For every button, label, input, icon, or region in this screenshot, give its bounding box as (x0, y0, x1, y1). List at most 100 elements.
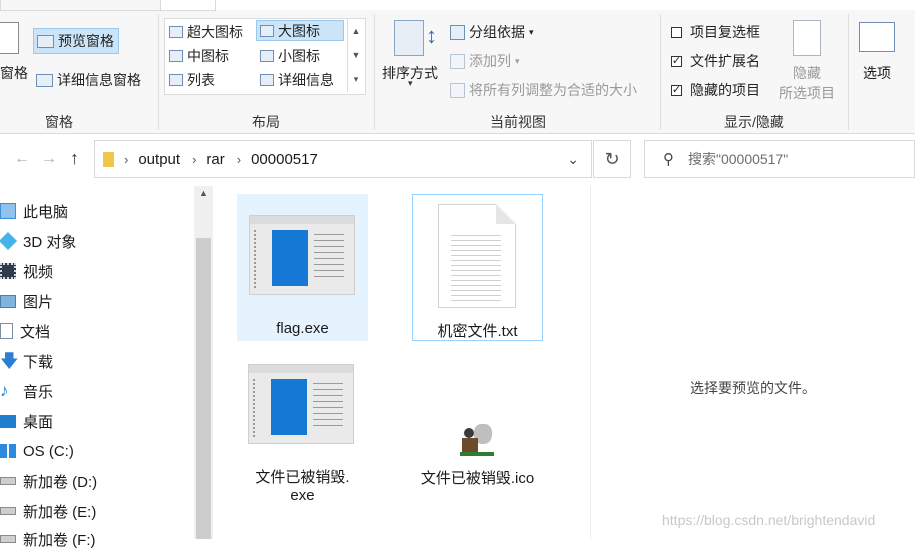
file-extensions-checkbox[interactable]: ✓ (671, 55, 682, 67)
nav-label: 音乐 (23, 383, 54, 401)
group-by-label: 分组依据 (469, 24, 525, 40)
nav-desktop[interactable]: 桌面 (0, 406, 53, 436)
hide-selected-button[interactable]: 隐藏 所选项目 (777, 20, 837, 101)
add-column-button[interactable]: 添加列 ▾ (450, 51, 520, 71)
navigation-pane-button[interactable]: 窗格 (0, 63, 28, 83)
layout-medium-icons[interactable]: 中图标 (169, 46, 229, 66)
breadcrumb-current[interactable]: 00000517 (251, 151, 318, 168)
file-item-destroyed-exe[interactable]: 文件已被销毁. exe (237, 354, 368, 512)
up-arrow-icon[interactable]: ↑ (70, 148, 79, 169)
item-checkboxes-toggle[interactable]: 项目复选框 (671, 22, 760, 42)
file-item-destroyed-ico[interactable]: 文件已被销毁.ico (412, 410, 543, 500)
details-pane-button[interactable]: 详细信息窗格 (36, 70, 141, 90)
options-icon (859, 22, 895, 52)
ribbon-separator (660, 14, 661, 130)
nav-music[interactable]: ♪ 音乐 (0, 376, 53, 406)
windows-drive-icon (0, 444, 16, 458)
search-icon: ⚲ (663, 151, 674, 168)
search-box[interactable]: ⚲ 搜索"00000517" (644, 140, 915, 178)
nav-drive-c[interactable]: OS (C:) (0, 436, 74, 466)
hide-selected-icon (793, 20, 821, 56)
nav-label: 新加卷 (E:) (23, 503, 97, 521)
file-name: 文件已被销毁.ico (420, 470, 535, 487)
chevron-right-icon[interactable]: › (192, 152, 196, 167)
fit-columns-label: 将所有列调整为合适的大小 (469, 82, 637, 98)
hidden-items-label: 隐藏的项目 (690, 82, 760, 98)
file-extensions-label: 文件扩展名 (690, 53, 760, 69)
layout-gallery-scroller[interactable]: ▲ ▼ ▾ (347, 19, 364, 92)
file-item-flag-exe[interactable]: flag.exe (237, 194, 368, 341)
sort-arrows-icon: ↕ (426, 23, 437, 48)
pane-group-title: 窗格 (45, 114, 73, 130)
ribbon: 窗格 预览窗格 详细信息窗格 窗格 超大图标 大图标 中图标 小图标 列表 详细… (0, 0, 915, 134)
nav-pictures[interactable]: 图片 (0, 286, 53, 316)
group-by-button[interactable]: 分组依据 ▾ (450, 22, 534, 42)
nav-scrollbar-thumb[interactable] (196, 238, 211, 539)
refresh-button[interactable]: ↻ (593, 140, 631, 178)
large-icons-icon (260, 24, 274, 37)
layout-group-title: 布局 (252, 114, 280, 130)
preview-pane-button[interactable]: 预览窗格 (33, 28, 119, 54)
ribbon-tab-view[interactable] (160, 0, 216, 11)
preview-pane-divider[interactable] (590, 186, 591, 539)
breadcrumb-output[interactable]: output (138, 151, 180, 168)
nav-documents[interactable]: 文档 (0, 316, 50, 346)
address-bar[interactable]: › output › rar › 00000517 ⌄ (94, 140, 592, 178)
breadcrumb-rar[interactable]: rar (206, 151, 224, 168)
layout-list[interactable]: 列表 (169, 70, 215, 90)
search-input[interactable]: 搜索"00000517" (688, 149, 788, 169)
layout-item-label: 详细信息 (278, 72, 334, 88)
nav-label: 新加卷 (D:) (23, 473, 98, 491)
forward-arrow-icon[interactable]: → (41, 150, 57, 168)
navigation-pane-icon[interactable] (0, 22, 19, 54)
chevron-down-icon[interactable]: ⌄ (567, 151, 579, 168)
nav-label: 文档 (20, 323, 51, 341)
add-column-icon (450, 53, 465, 69)
nav-drive-f[interactable]: 新加卷 (F:) (0, 524, 96, 554)
nav-drive-e[interactable]: 新加卷 (E:) (0, 496, 96, 526)
chevron-right-icon[interactable]: › (124, 152, 128, 167)
videos-icon (0, 263, 16, 279)
nav-downloads[interactable]: 🡇 下载 (0, 346, 53, 376)
back-arrow-icon[interactable]: ← (14, 150, 30, 168)
layout-details[interactable]: 详细信息 (260, 70, 334, 90)
nav-drive-d[interactable]: 新加卷 (D:) (0, 466, 97, 496)
thief-icon (460, 424, 494, 458)
file-item-secret-txt[interactable]: 机密文件.txt (412, 194, 543, 341)
layout-item-label: 小图标 (278, 48, 320, 64)
file-extensions-toggle[interactable]: ✓ 文件扩展名 (671, 51, 760, 71)
nav-videos[interactable]: 视频 (0, 256, 53, 286)
downloads-icon: 🡇 (0, 351, 19, 371)
hidden-items-toggle[interactable]: ✓ 隐藏的项目 (671, 80, 760, 100)
fit-columns-button[interactable]: 将所有列调整为合适的大小 (450, 80, 637, 100)
ribbon-separator (158, 14, 159, 130)
chevron-right-icon[interactable]: › (237, 152, 241, 167)
options-label: 选项 (863, 65, 891, 81)
layout-small-icons[interactable]: 小图标 (260, 46, 320, 66)
drive-icon (0, 535, 16, 543)
refresh-icon: ↻ (604, 148, 620, 169)
nav-label: 新加卷 (F:) (23, 531, 96, 549)
drive-icon (0, 507, 16, 515)
file-name-line-2: exe (290, 487, 315, 504)
ribbon-tab-hint[interactable] (0, 0, 162, 11)
nav-this-pc[interactable]: 此电脑 (0, 196, 68, 226)
nav-3d-objects[interactable]: 3D 对象 (0, 226, 76, 256)
nav-label: 桌面 (23, 413, 54, 431)
text-document-icon (438, 204, 516, 308)
details-icon (260, 74, 274, 86)
item-checkboxes-checkbox[interactable] (671, 26, 682, 38)
options-button[interactable]: 选项 (856, 22, 898, 84)
ribbon-separator (848, 14, 849, 130)
nav-label: 下载 (23, 353, 54, 371)
file-name: 机密文件.txt (437, 323, 518, 340)
details-pane-icon (36, 73, 53, 87)
layout-extra-large-icons[interactable]: 超大图标 (169, 22, 243, 42)
layout-large-icons[interactable]: 大图标 (256, 20, 344, 41)
medium-icons-icon (169, 50, 183, 62)
hidden-items-checkbox[interactable]: ✓ (671, 84, 682, 96)
scroll-up-icon[interactable]: ▲ (196, 188, 211, 198)
list-icon (169, 74, 183, 86)
nav-label: 此电脑 (23, 203, 69, 221)
hide-selected-label-2: 所选项目 (779, 85, 835, 101)
